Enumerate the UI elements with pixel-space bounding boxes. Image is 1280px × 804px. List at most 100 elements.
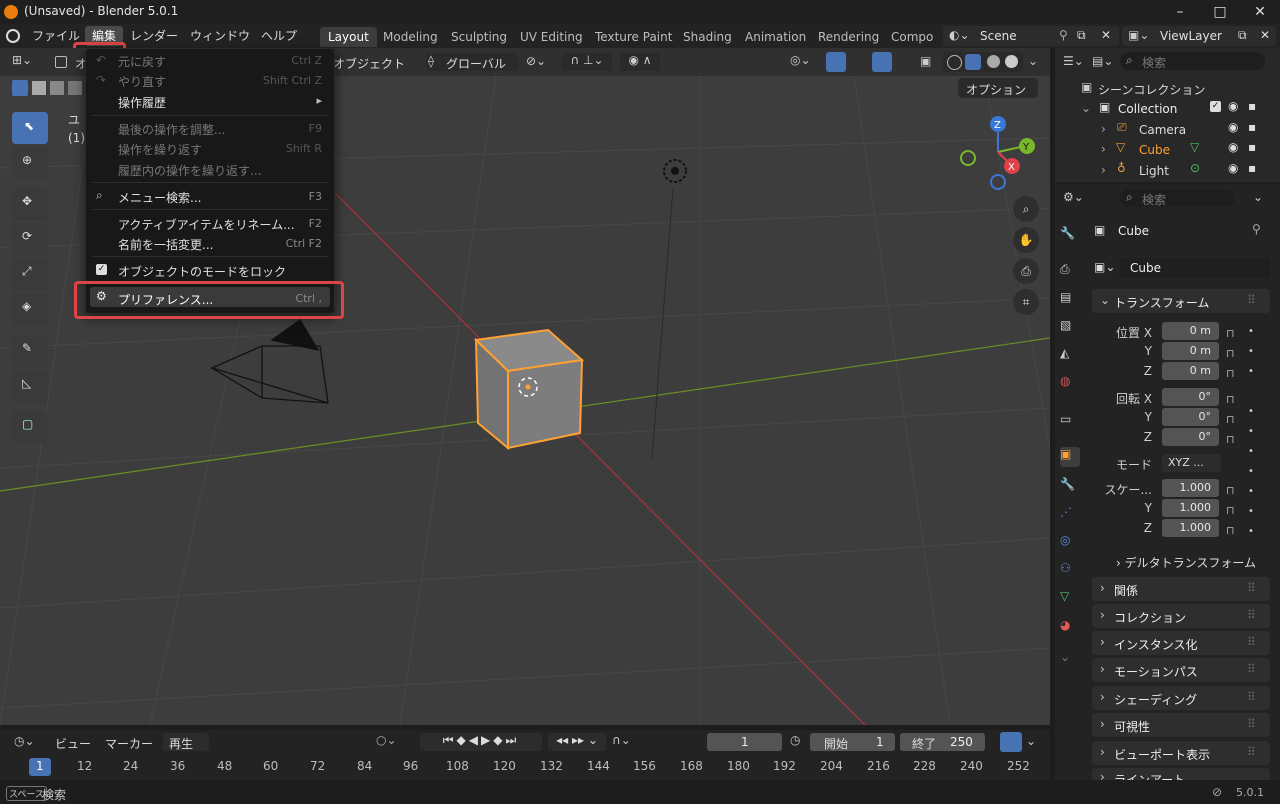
solid-shading-icon[interactable] (965, 54, 981, 70)
scene-tab-icon[interactable]: ◭ (1060, 346, 1080, 366)
world-tab-icon[interactable]: ◍ (1060, 374, 1080, 394)
wireframe-shading-icon[interactable] (947, 55, 962, 70)
shading-panel-header[interactable]: › シェーディング ⠿ (1092, 686, 1270, 710)
move-tool-icon[interactable]: ✥ (12, 188, 48, 220)
overlay-toggle-icon[interactable] (872, 52, 892, 72)
eye-icon[interactable]: ◉ (1228, 161, 1238, 175)
camera-render-icon[interactable]: ▪ (1248, 99, 1256, 113)
auto-keying-icon[interactable]: ∩⌄ (612, 733, 631, 747)
clock-icon[interactable]: ◷ (790, 733, 800, 747)
zoom-icon[interactable]: ⌕ (1013, 196, 1039, 222)
checkbox-checked-icon[interactable]: ✓ (96, 264, 107, 275)
perspective-grid-icon[interactable]: ⌗ (1013, 289, 1039, 315)
timeline-options-icon[interactable]: ⌄ (1026, 734, 1036, 748)
select-tool-icon[interactable]: ⬉ (12, 112, 48, 144)
data-tab-icon[interactable]: ▽ (1060, 589, 1080, 609)
menu-item-rename-active[interactable]: アクティブアイテムをリネーム... (118, 216, 295, 233)
transform-orientation[interactable]: ⟠ グローバル (426, 53, 518, 71)
rotate-tool-icon[interactable]: ⟳ (12, 223, 48, 255)
maximize-button[interactable]: □ (1200, 2, 1240, 22)
drag-handle-icon[interactable]: ⠿ (1247, 635, 1256, 649)
menu-item-undo-history[interactable]: 操作履歴 (118, 94, 166, 111)
current-frame-field[interactable]: 1 (707, 733, 782, 751)
tab-texture-paint[interactable]: Texture Paint (587, 27, 680, 47)
keyframe-record-icon[interactable]: ○⌄ (376, 733, 397, 747)
gizmo-toggle-icon[interactable] (826, 52, 846, 72)
frame-end-field[interactable]: 終了 250 (900, 733, 985, 751)
measure-tool-icon[interactable]: ◺ (12, 370, 48, 402)
camera-render-icon[interactable]: ▪ (1248, 140, 1256, 154)
copy-viewlayer-icon[interactable]: ⧉ (1238, 28, 1247, 43)
menu-item-menu-search[interactable]: メニュー検索... (118, 189, 201, 206)
line-art-panel-header[interactable]: › ラインアート (1092, 768, 1270, 780)
select-invert-icon[interactable] (68, 81, 82, 95)
collections-panel-header[interactable]: › コレクション ⠿ (1092, 604, 1270, 628)
camera-render-icon[interactable]: ▪ (1248, 161, 1256, 175)
navigation-gizmo[interactable]: Z Y X (955, 112, 1037, 194)
rotation-x-field[interactable]: 0° (1162, 388, 1219, 406)
blender-menu-icon[interactable] (6, 29, 20, 43)
eye-icon[interactable]: ◉ (1228, 140, 1238, 154)
collection-label[interactable]: Collection (1118, 102, 1177, 116)
select-extend-icon[interactable] (32, 81, 46, 95)
object-tab-icon[interactable]: ▣ (1060, 447, 1080, 467)
menu-item-redo[interactable]: やり直す (118, 73, 166, 90)
menu-window[interactable]: ウィンドウ (190, 27, 250, 45)
object-data-selector[interactable]: ▣⌄ Cube (1094, 258, 1270, 278)
location-y-field[interactable]: 0 m (1162, 342, 1219, 360)
transform-tool-icon[interactable]: ◈ (12, 293, 48, 325)
lock-icons[interactable]: ⊓ ⊓ ⊓ (1226, 481, 1235, 541)
drag-handle-icon[interactable]: ⠿ (1247, 717, 1256, 731)
tab-animation[interactable]: Animation (737, 27, 814, 47)
output-tab-icon[interactable]: ▤ (1060, 290, 1080, 310)
keyframe-jump-icon[interactable]: ◂◂ ▸▸ ⌄ (548, 733, 606, 751)
outliner-item-light[interactable]: Light (1139, 164, 1169, 178)
properties-editor-icon[interactable]: ⚙⌄ (1063, 190, 1084, 204)
outliner-editor-icon[interactable]: ☰⌄ (1063, 54, 1084, 68)
pivot-icon[interactable]: ⊘⌄ (526, 54, 546, 68)
scale-tool-icon[interactable]: ⤢ (12, 258, 48, 290)
scale-z-field[interactable]: 1.000 (1162, 519, 1219, 537)
drag-handle-icon[interactable]: ⠿ (1247, 690, 1256, 704)
timeline-overlay-icon[interactable] (1000, 732, 1022, 752)
tab-uv-editing[interactable]: UV Editing (512, 27, 591, 47)
rotation-y-field[interactable]: 0° (1162, 408, 1219, 426)
camera-render-icon[interactable]: ▪ (1248, 120, 1256, 134)
xray-icon[interactable]: ▣ (920, 54, 931, 68)
menu-item-repeat-history[interactable]: 履歴内の操作を繰り返す... (118, 162, 261, 179)
menu-item-undo[interactable]: 元に戻す (118, 53, 166, 70)
lock-icons[interactable]: ⊓ ⊓ ⊓ (1226, 390, 1235, 450)
collection-checkbox[interactable]: ✓ (1210, 101, 1221, 112)
rotation-z-field[interactable]: 0° (1162, 428, 1219, 446)
visibility-panel-header[interactable]: › 可視性 ⠿ (1092, 713, 1270, 737)
pan-hand-icon[interactable]: ✋ (1013, 227, 1039, 253)
network-off-icon[interactable]: ⊘ (1212, 785, 1222, 799)
tab-sculpting[interactable]: Sculpting (443, 27, 515, 47)
properties-search-input[interactable]: ⌕ 検索 (1120, 189, 1235, 207)
object-menu[interactable]: オブジェクト (333, 55, 405, 72)
transform-panel-header[interactable]: ⌄ トランスフォーム ⠿ (1092, 289, 1270, 313)
menu-render[interactable]: レンダー (130, 27, 178, 45)
view-layer-tab-icon[interactable]: ▧ (1060, 318, 1080, 338)
properties-options-icon[interactable]: ⌄ (1253, 190, 1263, 204)
options-button[interactable]: オプション (958, 78, 1038, 98)
location-z-field[interactable]: 0 m (1162, 362, 1219, 380)
pin-icon[interactable]: ⚲ (1252, 222, 1261, 236)
remove-viewlayer-icon[interactable]: ✕ (1260, 28, 1270, 42)
eye-icon[interactable]: ◉ (1228, 99, 1238, 113)
menu-item-lock-object-modes[interactable]: オブジェクトのモードをロック (118, 263, 286, 280)
material-tab-icon[interactable]: ◕ (1060, 618, 1080, 638)
scale-y-field[interactable]: 1.000 (1162, 499, 1219, 517)
outliner-item-cube[interactable]: Cube (1139, 143, 1170, 157)
tab-compositing[interactable]: Compo (883, 27, 941, 47)
tab-modeling[interactable]: Modeling (375, 27, 446, 47)
filter-display-icon[interactable]: ▤⌄ (1092, 54, 1113, 68)
minimize-button[interactable]: – (1160, 2, 1200, 22)
playback-dropdown[interactable]: 再生 (163, 733, 209, 751)
select-subtract-icon[interactable] (50, 81, 64, 95)
pin-icon[interactable]: ⚲ (1059, 28, 1068, 42)
menu-item-batch-rename[interactable]: 名前を一括変更... (118, 236, 213, 253)
relations-panel-header[interactable]: › 関係 ⠿ (1092, 577, 1270, 601)
physics-tab-icon[interactable]: ◎ (1060, 533, 1080, 553)
scale-x-field[interactable]: 1.000 (1162, 479, 1219, 497)
